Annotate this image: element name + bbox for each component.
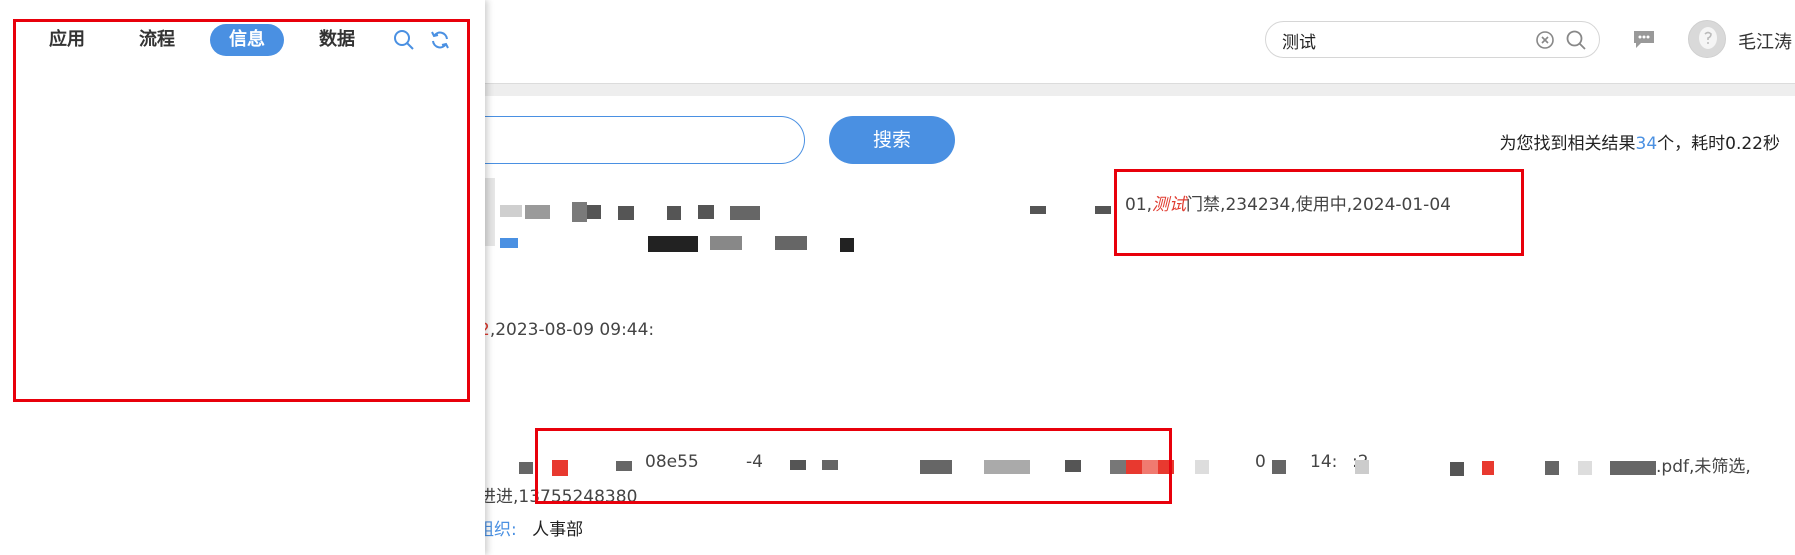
stats-prefix: 为您找到相关结果 [1499, 134, 1636, 154]
stats-count: 34 [1635, 134, 1658, 154]
user-avatar-icon [1689, 21, 1725, 57]
global-search-box[interactable] [1265, 21, 1600, 58]
global-search-input[interactable] [1282, 29, 1522, 51]
highlight-box-left-panel [13, 19, 470, 402]
main-search-input[interactable] [430, 116, 805, 164]
chat-icon[interactable] [1632, 28, 1656, 50]
result-3-tail: .pdf,未筛选, [1656, 457, 1751, 477]
username[interactable]: 毛江涛 [1738, 28, 1792, 54]
result-3-time: 14: [1310, 452, 1338, 472]
search-icon[interactable] [1565, 29, 1587, 51]
clear-icon[interactable] [1536, 31, 1554, 49]
stats-suffix: 个，耗时0.22秒 [1657, 134, 1780, 154]
result-2-time: ,2023-08-09 09:44: [489, 320, 655, 340]
highlight-box-result-3 [535, 428, 1172, 504]
left-panel: 应用 流程 信息 数据 [0, 0, 485, 555]
search-button[interactable]: 搜索 [829, 116, 955, 164]
result-5-text: 组织: 人事部 [477, 515, 583, 540]
result-3-digit: 0 [1255, 452, 1266, 472]
highlight-box-result-1 [1114, 169, 1524, 256]
result-2-text[interactable]: 2,2023-08-09 09:44: [479, 320, 654, 340]
avatar[interactable] [1688, 20, 1726, 58]
result-stats: 为您找到相关结果34个，耗时0.22秒 [1500, 129, 1781, 154]
result-5-value: 人事部 [532, 520, 584, 540]
